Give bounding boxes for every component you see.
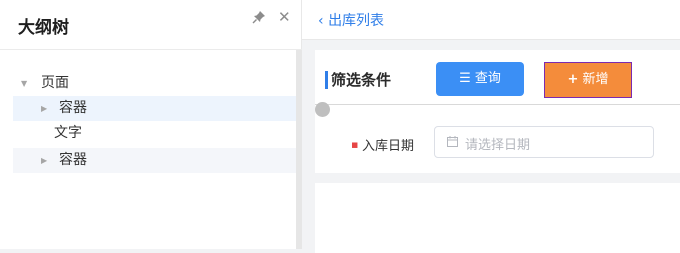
- required-marker: ▪: [351, 138, 359, 151]
- tree-item-text[interactable]: 文字: [13, 121, 296, 146]
- outline-panel: 大纲树 ✕ ▼ 页面 ▶ 容器 文字 ▶ 容器: [0, 0, 302, 249]
- tree-item-page[interactable]: ▼ 页面: [13, 71, 296, 96]
- date-picker-input[interactable]: 请选择日期: [434, 126, 654, 158]
- query-button-label: 查询: [474, 71, 501, 86]
- outline-header: 大纲树 ✕: [0, 0, 302, 50]
- caret-right-icon[interactable]: ▶: [41, 148, 47, 173]
- drag-divider-line: [315, 104, 680, 105]
- title-accent-bar: [325, 71, 328, 89]
- plus-icon: +: [567, 72, 579, 87]
- close-icon[interactable]: ✕: [278, 9, 291, 25]
- tree-item-container[interactable]: ▶ 容器: [13, 96, 296, 121]
- content-card: [315, 183, 680, 253]
- add-button-label: 新增: [582, 72, 609, 87]
- list-icon: ☰: [459, 71, 471, 86]
- date-field-label: 入库日期: [362, 139, 415, 154]
- date-placeholder: 请选择日期: [465, 138, 531, 153]
- tree-item-label: 文字: [54, 125, 82, 141]
- tree-item-label: 容器: [59, 100, 87, 116]
- caret-right-icon[interactable]: ▶: [41, 96, 47, 121]
- add-button[interactable]: + 新增: [544, 62, 632, 98]
- chevron-left-icon: ‹: [318, 13, 324, 29]
- tree-item-container[interactable]: ▶ 容器: [13, 148, 296, 173]
- caret-down-icon[interactable]: ▼: [21, 71, 27, 96]
- tree-item-label: 页面: [41, 75, 69, 91]
- query-button[interactable]: ☰ 查询: [436, 62, 524, 96]
- outline-title: 大纲树: [18, 18, 69, 38]
- calendar-icon: [447, 136, 458, 147]
- main-area: ‹ 出库列表 筛选条件 ☰ 查询 + 新增 ▪ 入库日期 请选择日期: [302, 0, 680, 253]
- back-link[interactable]: ‹ 出库列表: [318, 10, 384, 30]
- filter-card: 筛选条件 ☰ 查询 + 新增 ▪ 入库日期 请选择日期: [315, 50, 680, 173]
- pin-icon[interactable]: [252, 10, 266, 24]
- filter-title: 筛选条件: [331, 71, 392, 89]
- drag-handle[interactable]: [315, 102, 330, 117]
- top-bar: ‹ 出库列表: [302, 0, 680, 40]
- back-link-label: 出库列表: [328, 13, 385, 29]
- tree-item-label: 容器: [59, 152, 87, 168]
